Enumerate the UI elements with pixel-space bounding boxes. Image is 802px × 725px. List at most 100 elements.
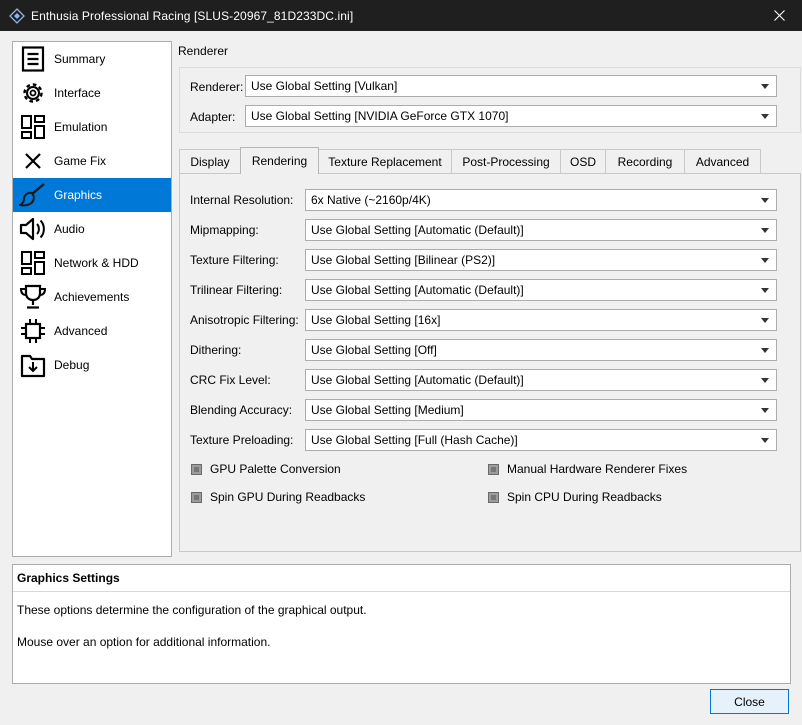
select-value: 6x Native (~2160p/4K)	[311, 193, 431, 207]
chevron-down-icon	[761, 228, 769, 233]
sidebar-item-label: Summary	[54, 52, 106, 66]
app-icon	[9, 7, 25, 24]
sidebar-item-label: Graphics	[54, 188, 103, 202]
network-icon	[19, 249, 47, 277]
description-title: Graphics Settings	[17, 571, 120, 585]
texture-preloading-label: Texture Preloading:	[190, 433, 294, 447]
title-bar: Enthusia Professional Racing [SLUS-20967…	[0, 0, 802, 31]
crc-fix-level-select[interactable]: Use Global Setting [Automatic (Default)]	[305, 369, 777, 391]
sidebar-item-label: Network & HDD	[54, 256, 139, 270]
checkbox-label: Spin GPU During Readbacks	[210, 490, 366, 504]
sidebar-item-label: Interface	[54, 86, 101, 100]
setting-row: Blending Accuracy:	[190, 403, 292, 417]
speaker-icon	[19, 215, 47, 243]
setting-row: Internal Resolution:	[190, 193, 293, 207]
setting-row: Trilinear Filtering:	[190, 283, 282, 297]
checkbox-label: Manual Hardware Renderer Fixes	[507, 462, 688, 476]
sidebar-item-label: Game Fix	[54, 154, 107, 168]
sidebar-item-label: Audio	[54, 222, 85, 236]
sidebar-item-debug[interactable]: Debug	[13, 348, 171, 382]
sidebar-item-label: Advanced	[54, 324, 108, 338]
spin-cpu-during-readbacks-checkbox[interactable]: Spin CPU During Readbacks	[488, 490, 662, 504]
description-hint: Mouse over an option for additional info…	[17, 635, 271, 649]
tab-advanced[interactable]: Advanced	[684, 149, 761, 174]
checkbox-box[interactable]	[191, 491, 202, 503]
sidebar-item-achievements[interactable]: Achievements	[13, 280, 171, 314]
trophy-icon	[19, 283, 47, 311]
select-value: Use Global Setting [Automatic (Default)]	[311, 373, 524, 387]
description-text: These options determine the configuratio…	[17, 603, 367, 617]
adapter-select[interactable]: Use Global Setting [NVIDIA GeForce GTX 1…	[245, 105, 777, 127]
setting-row: Dithering:	[190, 343, 241, 357]
renderer-row: Renderer:	[190, 78, 243, 96]
mipmapping-select[interactable]: Use Global Setting [Automatic (Default)]	[305, 219, 777, 241]
brush-icon	[19, 181, 47, 209]
sidebar-item-advanced[interactable]: Advanced	[13, 314, 171, 348]
trilinear-filtering-select[interactable]: Use Global Setting [Automatic (Default)]	[305, 279, 777, 301]
tab-label: OSD	[569, 155, 596, 169]
sidebar-item-network-hdd[interactable]: Network & HDD	[13, 246, 171, 280]
tab-osd[interactable]: OSD	[560, 149, 606, 174]
tab-rendering[interactable]: Rendering	[240, 147, 319, 174]
texture-filtering-select[interactable]: Use Global Setting [Bilinear (PS2)]	[305, 249, 777, 271]
tab-display[interactable]: Display	[179, 149, 241, 174]
window-close-button[interactable]	[756, 0, 802, 31]
select-value: Use Global Setting [16x]	[311, 313, 441, 327]
gpu-palette-conversion-checkbox[interactable]: GPU Palette Conversion	[191, 462, 341, 476]
blending-accuracy-select[interactable]: Use Global Setting [Medium]	[305, 399, 777, 421]
chevron-down-icon	[761, 438, 769, 443]
gear-icon	[19, 79, 47, 107]
sidebar-item-audio[interactable]: Audio	[13, 212, 171, 246]
dashboard-icon	[19, 113, 47, 141]
internal-resolution-select[interactable]: 6x Native (~2160p/4K)	[305, 189, 777, 211]
trilinear-filtering-label: Trilinear Filtering:	[190, 283, 283, 297]
texture-filtering-label: Texture Filtering:	[190, 253, 279, 267]
select-value: Use Global Setting [Full (Hash Cache)]	[311, 433, 518, 447]
blending-accuracy-label: Blending Accuracy:	[190, 403, 293, 417]
chevron-down-icon	[761, 408, 769, 413]
chevron-down-icon	[761, 114, 769, 119]
select-value: Use Global Setting [Bilinear (PS2)]	[311, 253, 496, 267]
dithering-select[interactable]: Use Global Setting [Off]	[305, 339, 777, 361]
spin-gpu-during-readbacks-checkbox[interactable]: Spin GPU During Readbacks	[191, 490, 365, 504]
close-x-icon	[19, 147, 47, 175]
crc-fix-level-label: CRC Fix Level:	[190, 373, 271, 387]
sidebar-item-emulation[interactable]: Emulation	[13, 110, 171, 144]
sidebar-item-graphics[interactable]: Graphics	[13, 178, 171, 212]
close-button[interactable]: Close	[710, 689, 789, 714]
mipmapping-label: Mipmapping:	[190, 223, 259, 237]
debug-icon	[19, 351, 47, 379]
checkbox-box[interactable]	[488, 463, 499, 475]
anisotropic-filtering-label: Anisotropic Filtering:	[190, 313, 299, 327]
adapter-label: Adapter:	[190, 110, 236, 124]
texture-preloading-select[interactable]: Use Global Setting [Full (Hash Cache)]	[305, 429, 777, 451]
tab-post-processing[interactable]: Post-Processing	[451, 149, 561, 174]
chevron-down-icon	[761, 288, 769, 293]
manual-hardware-renderer-fixes-checkbox[interactable]: Manual Hardware Renderer Fixes	[488, 462, 687, 476]
setting-row: Texture Preloading:	[190, 433, 293, 447]
anisotropic-filtering-select[interactable]: Use Global Setting [16x]	[305, 309, 777, 331]
sidebar-item-game-fix[interactable]: Game Fix	[13, 144, 171, 178]
tab-recording[interactable]: Recording	[605, 149, 685, 174]
select-value: Use Global Setting [Medium]	[311, 403, 464, 417]
sidebar-item-interface[interactable]: Interface	[13, 76, 171, 110]
checkbox-box[interactable]	[191, 463, 202, 475]
sidebar-item-label: Debug	[54, 358, 90, 372]
dithering-label: Dithering:	[190, 343, 242, 357]
setting-row: Anisotropic Filtering:	[190, 313, 299, 327]
select-value: Use Global Setting [Off]	[311, 343, 437, 357]
chevron-down-icon	[761, 378, 769, 383]
internal-resolution-label: Internal Resolution:	[190, 193, 294, 207]
description-divider	[13, 591, 790, 592]
renderer-label: Renderer:	[190, 80, 244, 94]
select-value: Use Global Setting [Automatic (Default)]	[311, 283, 524, 297]
sidebar-item-summary[interactable]: Summary	[13, 42, 171, 76]
checkbox-label: GPU Palette Conversion	[210, 462, 341, 476]
renderer-select-value: Use Global Setting [Vulkan]	[251, 79, 398, 93]
graphics-tabs: Display Rendering Texture Replacement Po…	[179, 147, 761, 174]
select-value: Use Global Setting [Automatic (Default)]	[311, 223, 524, 237]
checkbox-box[interactable]	[488, 491, 499, 503]
chevron-down-icon	[761, 258, 769, 263]
tab-texture-replacement[interactable]: Texture Replacement	[318, 149, 452, 174]
renderer-select[interactable]: Use Global Setting [Vulkan]	[245, 75, 777, 97]
